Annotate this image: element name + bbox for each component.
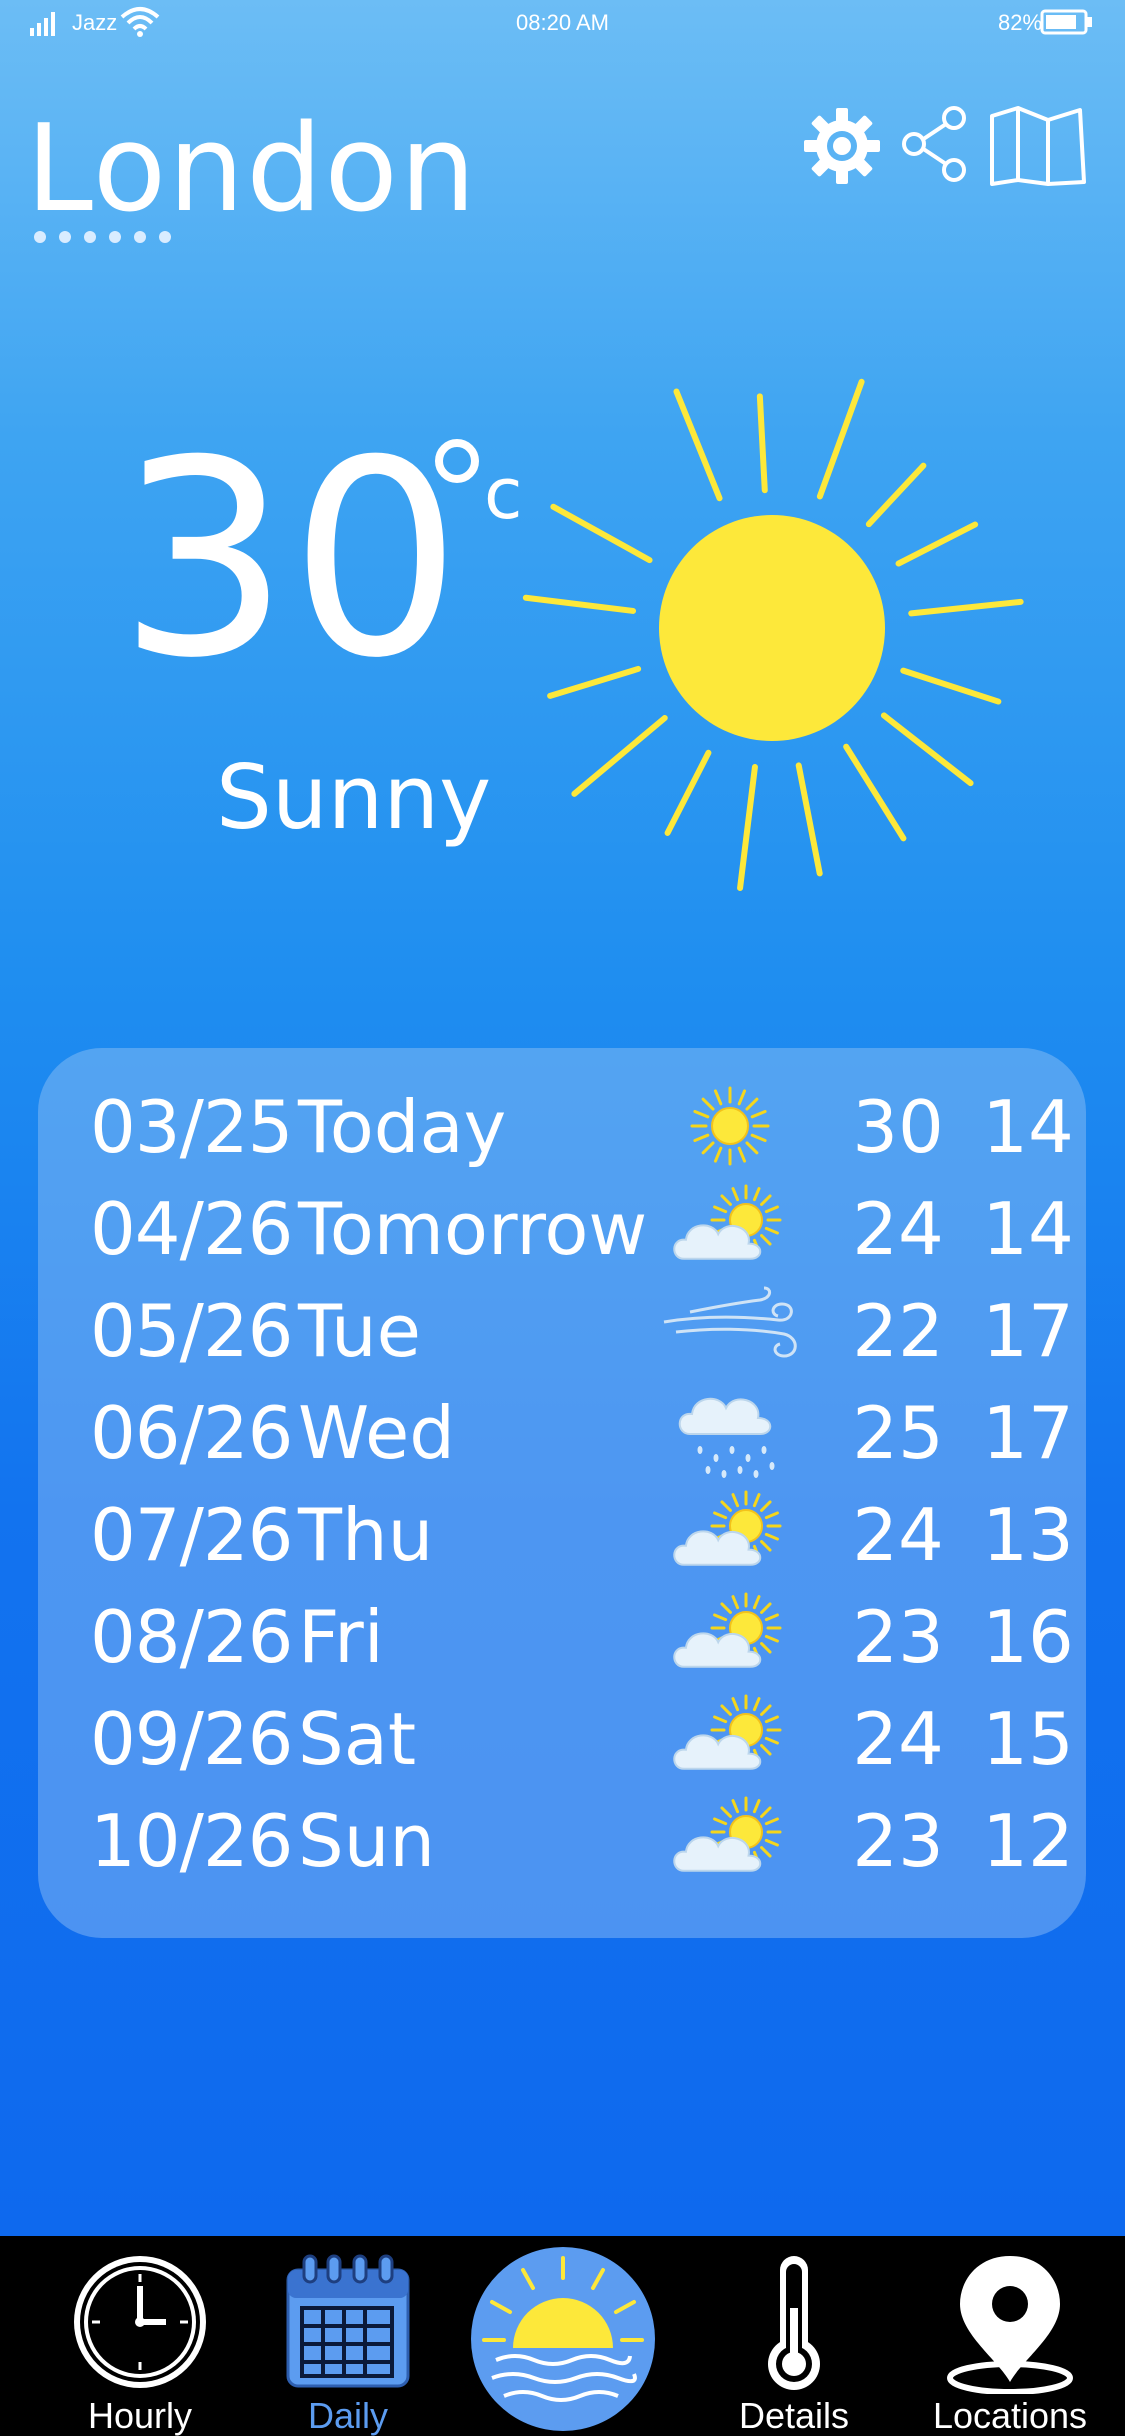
battery-percentage: 82% (998, 10, 1043, 35)
partly-cloudy-icon (673, 1694, 782, 1770)
sun-ray (843, 743, 907, 842)
forecast-high: 22 (852, 1289, 944, 1373)
forecast-day: Tomorrow (298, 1187, 648, 1271)
battery-icon (1040, 9, 1092, 35)
forecast-low: 13 (982, 1493, 1074, 1577)
calendar-icon (286, 2254, 410, 2388)
forecast-date: 04/26 (90, 1187, 293, 1271)
sun-ray (522, 594, 637, 614)
partly-cloudy-icon (673, 1184, 782, 1260)
forecast-day: Fri (298, 1595, 384, 1679)
sun-ray (737, 763, 758, 892)
forecast-day: Sun (298, 1799, 435, 1883)
nav-label-daily: Daily (307, 2395, 388, 2436)
forecast-row[interactable]: 10/26 Sun 23 12 (38, 1790, 1086, 1892)
daily-forecast-card: 03/25 Today 30 14 04/26 Tomorrow 24 14 05/26 Tue 2… (38, 1048, 1086, 1938)
location-pin-icon (947, 2256, 1073, 2394)
forecast-low: 17 (982, 1391, 1074, 1475)
clock-icon (74, 2256, 206, 2388)
map-icon[interactable] (988, 102, 1088, 186)
forecast-row[interactable]: 05/26 Tue 22 17 (38, 1280, 1086, 1382)
status-time: 08:20 AM (516, 10, 609, 35)
sun-ray (550, 503, 653, 564)
sun-icon (522, 378, 1024, 892)
sun-ray (571, 714, 668, 797)
forecast-high: 30 (852, 1085, 944, 1169)
city-title[interactable]: London (26, 100, 478, 240)
forecast-row[interactable]: 03/25 Today 30 14 (38, 1076, 1086, 1178)
sun-icon (690, 1086, 770, 1166)
forecast-row[interactable]: 08/26 Fri 23 16 (38, 1586, 1086, 1688)
nav-details[interactable]: Details (714, 2236, 874, 2436)
forecast-row[interactable]: 07/26 Thu 24 13 (38, 1484, 1086, 1586)
partly-cloudy-icon (673, 1796, 782, 1872)
forecast-low: 16 (982, 1595, 1074, 1679)
nav-locations[interactable]: Locations (920, 2236, 1100, 2436)
share-icon[interactable] (900, 104, 968, 184)
forecast-date: 07/26 (90, 1493, 293, 1577)
sun-ray (664, 749, 712, 836)
partly-cloudy-icon (673, 1592, 782, 1668)
rain-cloud-icon (678, 1398, 775, 1478)
page-indicator[interactable] (32, 228, 182, 246)
forecast-high: 23 (852, 1799, 944, 1883)
forecast-row[interactable]: 04/26 Tomorrow 24 14 (38, 1178, 1086, 1280)
sun-ray (673, 388, 723, 502)
forecast-high: 24 (852, 1187, 944, 1271)
sun-ray (880, 712, 974, 787)
gear-icon[interactable] (802, 106, 882, 186)
forecast-date: 10/26 (90, 1799, 293, 1883)
sun-ray (547, 665, 642, 699)
forecast-date: 06/26 (90, 1391, 293, 1475)
forecast-low: 12 (982, 1799, 1074, 1883)
sun-ray (908, 598, 1024, 617)
bottom-navigation: Hourly Daily Details Locations (0, 2236, 1125, 2436)
forecast-day: Tue (298, 1289, 421, 1373)
sun-ray (865, 462, 927, 528)
forecast-date: 05/26 (90, 1289, 293, 1373)
nav-label-details: Details (738, 2395, 850, 2436)
current-condition: Sunny (216, 746, 492, 849)
nav-daily[interactable]: Daily (268, 2236, 428, 2436)
thermometer-icon (768, 2256, 820, 2390)
forecast-high: 25 (852, 1391, 944, 1475)
forecast-day: Today (298, 1085, 507, 1169)
sun-ray (816, 378, 865, 500)
forecast-high: 23 (852, 1595, 944, 1679)
current-temperature: 30 (118, 402, 462, 717)
status-bar: Jazz 08:20 AM 82% (0, 0, 1125, 48)
forecast-day: Sat (298, 1697, 417, 1781)
nav-label-locations: Locations (932, 2395, 1088, 2436)
sun-ray (900, 667, 1002, 705)
sun-ray (756, 393, 768, 494)
sunrise-icon (471, 2247, 655, 2431)
forecast-date: 09/26 (90, 1697, 293, 1781)
partly-cloudy-icon (673, 1490, 782, 1566)
nav-hourly[interactable]: Hourly (60, 2236, 220, 2436)
forecast-date: 08/26 (90, 1595, 293, 1679)
forecast-low: 14 (982, 1187, 1074, 1271)
sun-ray (795, 762, 823, 877)
sun-ray (895, 521, 979, 567)
forecast-row[interactable]: 06/26 Wed 25 17 (38, 1382, 1086, 1484)
forecast-row[interactable]: 09/26 Sat 24 15 (38, 1688, 1086, 1790)
forecast-high: 24 (852, 1697, 944, 1781)
forecast-low: 17 (982, 1289, 1074, 1373)
wind-icon (663, 1286, 797, 1358)
nav-label-hourly: Hourly (87, 2395, 193, 2436)
forecast-day: Thu (298, 1493, 434, 1577)
nav-sunrise[interactable] (468, 2236, 658, 2436)
forecast-low: 14 (982, 1085, 1074, 1169)
forecast-date: 03/25 (90, 1085, 293, 1169)
forecast-day: Wed (298, 1391, 455, 1475)
forecast-high: 24 (852, 1493, 944, 1577)
forecast-low: 15 (982, 1697, 1074, 1781)
